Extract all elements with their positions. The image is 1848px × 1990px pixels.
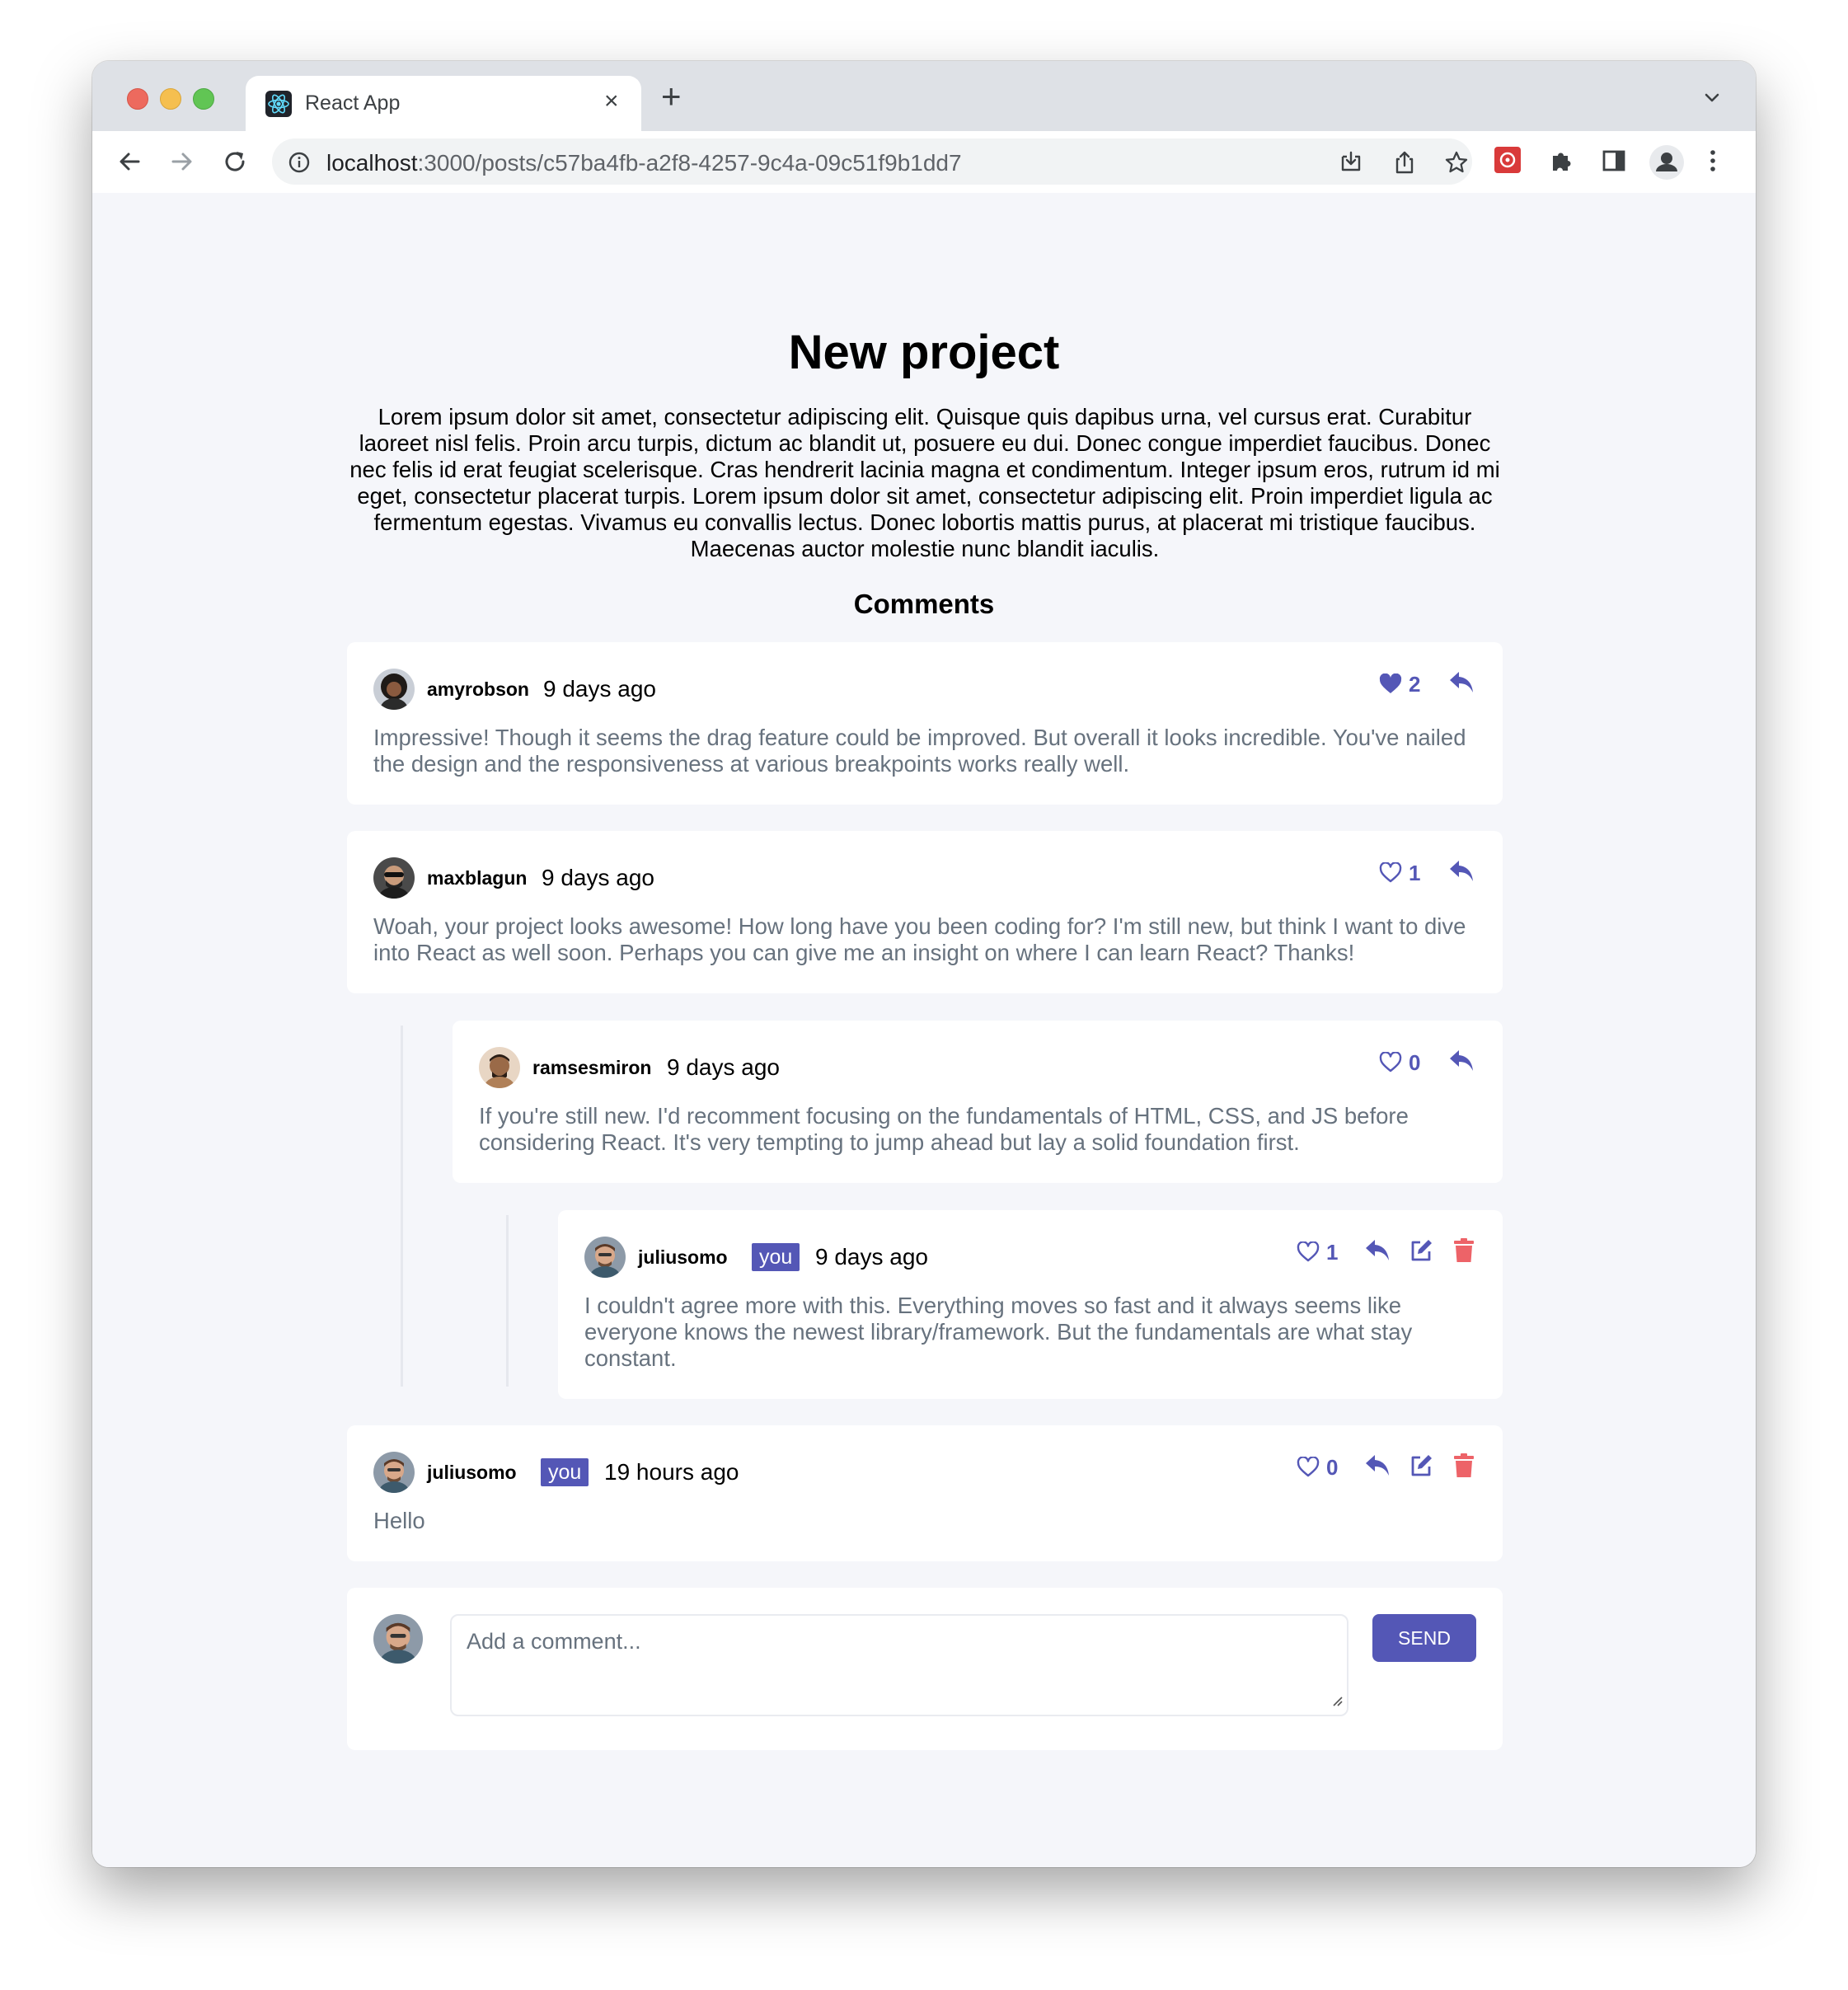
- avatar: [373, 1452, 415, 1493]
- tab-search-chevron-icon[interactable]: [1703, 89, 1721, 111]
- tab-bar: React App × +: [92, 61, 1756, 131]
- url-host: localhost: [326, 150, 418, 176]
- you-badge: you: [541, 1458, 589, 1486]
- back-arrow-icon[interactable]: [115, 148, 143, 176]
- current-user-avatar: [373, 1614, 423, 1664]
- comment-time: 19 hours ago: [604, 1459, 739, 1485]
- comment-text: If you're still new. I'd recomment focus…: [479, 1103, 1409, 1155]
- reply-icon[interactable]: [1364, 1238, 1392, 1266]
- reply-thread-line: [506, 1215, 509, 1387]
- address-bar[interactable]: localhost:3000/posts/c57ba4fb-a2f8-4257-…: [272, 138, 1472, 185]
- comment-placeholder: Add a comment...: [467, 1629, 641, 1654]
- browser-toolbar: localhost:3000/posts/c57ba4fb-a2f8-4257-…: [92, 131, 1756, 195]
- reply-thread-line: [401, 1026, 403, 1387]
- like-button[interactable]: 0: [1297, 1452, 1346, 1485]
- tab-title: React App: [305, 92, 401, 115]
- avatar: [373, 669, 415, 710]
- comment-card: maxblagun 9 days ago 1 Woah, your projec…: [347, 831, 1503, 993]
- comment-text: Woah, your project looks awesome! How lo…: [373, 913, 1466, 965]
- react-logo-icon: [265, 91, 292, 117]
- comment-username[interactable]: maxblagun: [427, 867, 527, 889]
- comment-card: amyrobson 9 days ago 2 Impressive! Thoug…: [347, 642, 1503, 805]
- comment-username[interactable]: juliusomo: [427, 1462, 517, 1484]
- new-comment-form: Add a comment... SEND: [347, 1588, 1503, 1750]
- comment-text: I couldn't agree more with this. Everyth…: [584, 1293, 1413, 1371]
- avatar: [479, 1047, 520, 1088]
- delete-trash-icon[interactable]: [1453, 1453, 1481, 1481]
- minimize-window-button[interactable]: [160, 88, 181, 110]
- comment-username[interactable]: juliusomo: [638, 1246, 728, 1269]
- reply-icon[interactable]: [1448, 1049, 1476, 1077]
- profile-avatar-icon[interactable]: [1649, 144, 1685, 185]
- heart-filled-icon: [1379, 673, 1402, 699]
- send-button[interactable]: SEND: [1372, 1614, 1476, 1662]
- resize-grip-icon[interactable]: [1330, 1694, 1344, 1711]
- new-tab-button[interactable]: +: [661, 79, 682, 114]
- close-window-button[interactable]: [127, 88, 148, 110]
- forward-arrow-icon[interactable]: [168, 148, 196, 176]
- reply-card: juliusomo you 9 days ago 1 I couldn't ag…: [558, 1210, 1503, 1399]
- browser-menu-icon[interactable]: [1708, 148, 1718, 178]
- like-button[interactable]: 0: [1379, 1047, 1428, 1080]
- like-count: 1: [1409, 861, 1421, 885]
- post-body: Lorem ipsum dolor sit amet, consectetur …: [349, 404, 1500, 561]
- post-title: New project: [788, 326, 1060, 379]
- page-content: New project Lorem ipsum dolor sit amet, …: [92, 193, 1756, 1867]
- tab-close-icon[interactable]: ×: [604, 87, 619, 115]
- reply-icon[interactable]: [1364, 1453, 1392, 1481]
- browser-window: React App × + localhost:3000/posts/c57ba…: [92, 61, 1756, 1867]
- extension-icon[interactable]: [1494, 146, 1522, 178]
- heart-outline-icon: [1379, 861, 1402, 888]
- avatar: [373, 857, 415, 899]
- like-count: 1: [1326, 1240, 1339, 1265]
- extensions-puzzle-icon[interactable]: [1548, 148, 1574, 178]
- like-button[interactable]: 2: [1379, 669, 1428, 702]
- reply-icon[interactable]: [1448, 859, 1476, 887]
- comment-time: 9 days ago: [543, 676, 656, 702]
- reply-card: ramsesmiron 9 days ago 0 If you're still…: [453, 1021, 1503, 1183]
- heart-outline-icon: [1379, 1051, 1402, 1077]
- comment-card: juliusomo you 19 hours ago 0 Hello: [347, 1425, 1503, 1561]
- edit-icon[interactable]: [1409, 1238, 1437, 1266]
- reply-icon[interactable]: [1448, 670, 1476, 698]
- like-count: 2: [1409, 672, 1421, 697]
- url-text: localhost:3000/posts/c57ba4fb-a2f8-4257-…: [326, 150, 962, 176]
- reload-icon[interactable]: [221, 148, 249, 176]
- side-panel-icon[interactable]: [1601, 148, 1627, 178]
- heart-outline-icon: [1297, 1456, 1320, 1482]
- comment-time: 9 days ago: [667, 1054, 780, 1080]
- browser-tab[interactable]: React App ×: [246, 76, 641, 131]
- comment-time: 9 days ago: [542, 865, 654, 890]
- url-path: :3000/posts/c57ba4fb-a2f8-4257-9c4a-09c5…: [417, 150, 962, 176]
- heart-outline-icon: [1297, 1241, 1320, 1267]
- comment-username[interactable]: amyrobson: [427, 678, 529, 701]
- comment-text: Hello: [373, 1508, 425, 1533]
- you-badge: you: [752, 1243, 800, 1271]
- like-button[interactable]: 1: [1379, 857, 1428, 890]
- avatar: [584, 1237, 626, 1278]
- site-info-icon[interactable]: [288, 152, 310, 177]
- edit-icon[interactable]: [1409, 1453, 1437, 1481]
- comment-time: 9 days ago: [815, 1244, 928, 1270]
- bookmark-star-icon[interactable]: [1444, 150, 1469, 179]
- comment-username[interactable]: ramsesmiron: [532, 1057, 651, 1079]
- maximize-window-button[interactable]: [193, 88, 214, 110]
- comment-textarea[interactable]: Add a comment...: [450, 1614, 1348, 1716]
- like-button[interactable]: 1: [1297, 1237, 1346, 1270]
- comment-text: Impressive! Though it seems the drag fea…: [373, 725, 1466, 777]
- like-count: 0: [1409, 1050, 1421, 1075]
- like-count: 0: [1326, 1455, 1339, 1480]
- share-icon[interactable]: [1392, 150, 1417, 179]
- delete-trash-icon[interactable]: [1453, 1238, 1481, 1266]
- install-app-icon[interactable]: [1339, 150, 1363, 179]
- comments-heading: Comments: [853, 589, 995, 619]
